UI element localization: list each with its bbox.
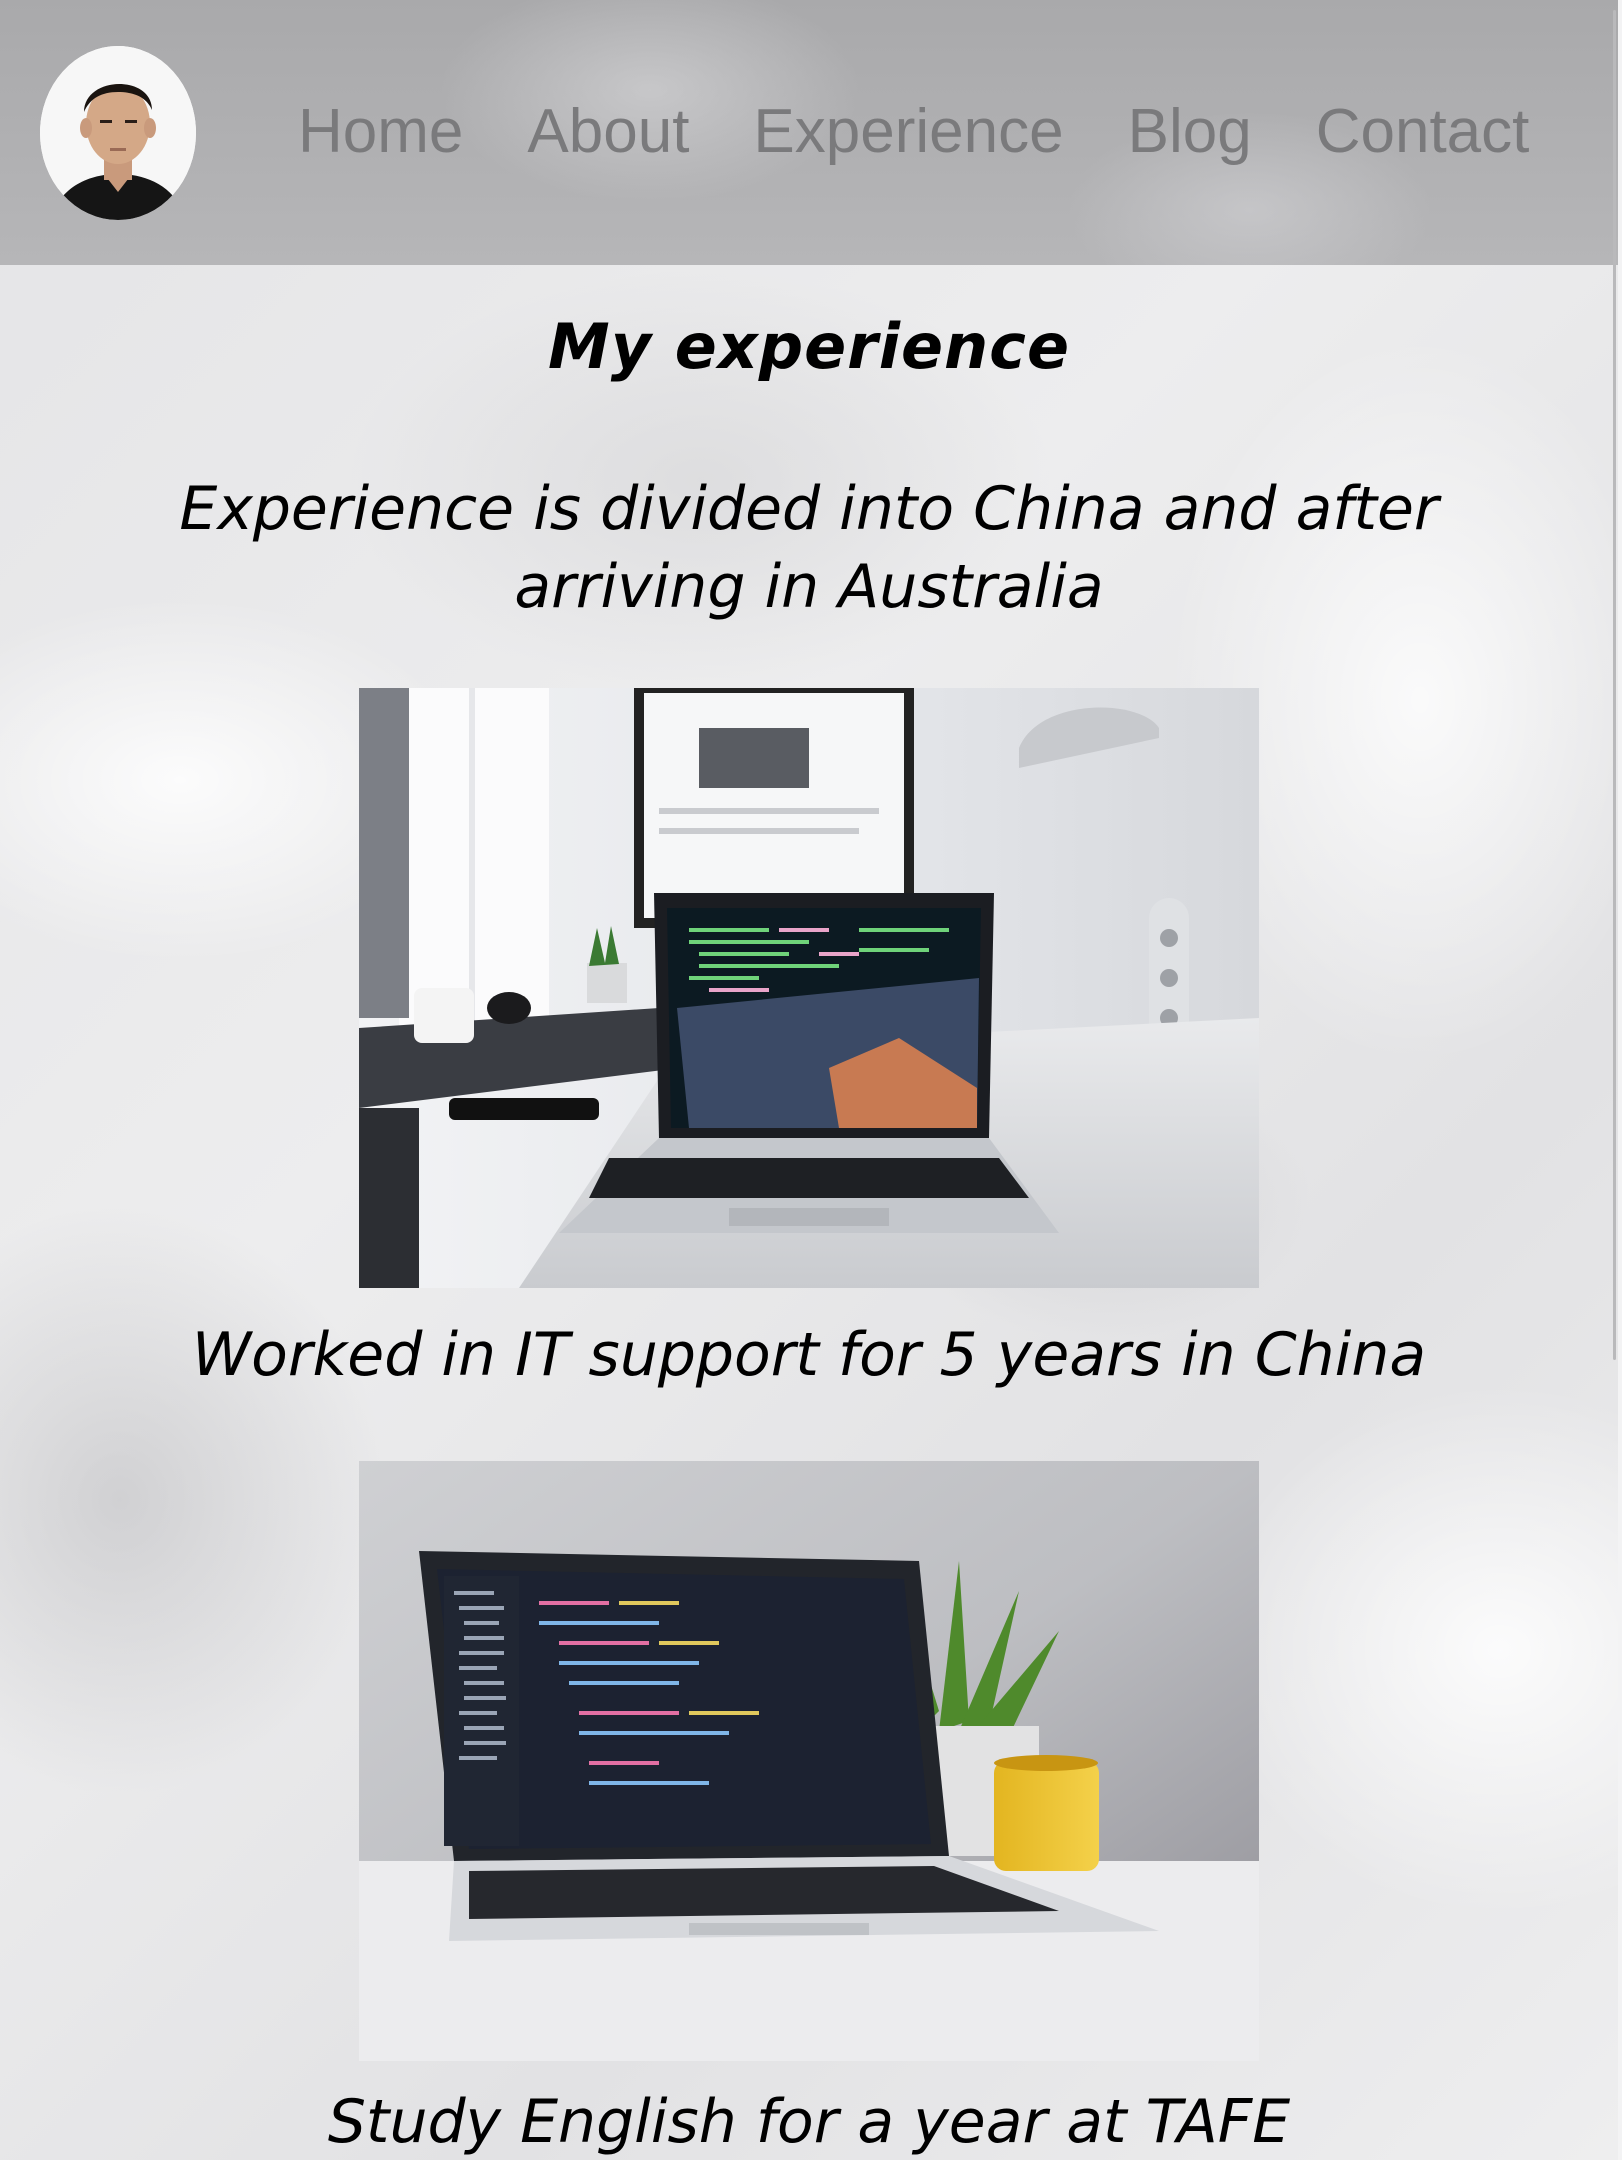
avatar[interactable] — [40, 46, 196, 220]
nav-about[interactable]: About — [527, 95, 689, 169]
nav-contact[interactable]: Contact — [1316, 95, 1530, 169]
scrollbar[interactable] — [1613, 10, 1616, 1360]
site-header: Home About Experience Blog Contact — [0, 0, 1618, 265]
main-nav: Home About Experience Blog Contact — [298, 95, 1529, 169]
nav-blog[interactable]: Blog — [1128, 95, 1252, 169]
experience-photo-china — [359, 688, 1259, 1288]
nav-experience[interactable]: Experience — [753, 95, 1063, 169]
intro-text: Experience is divided into China and aft… — [179, 474, 1439, 622]
experience-photo-tafe — [359, 1461, 1259, 2061]
page-edge — [1618, 0, 1622, 2160]
page-title: My experience — [548, 310, 1070, 383]
experience-caption-china: Worked in IT support for 5 years in Chin… — [191, 1320, 1427, 1390]
nav-home[interactable]: Home — [298, 95, 463, 169]
experience-caption-tafe: Study English for a year at TAFE — [327, 2087, 1291, 2157]
